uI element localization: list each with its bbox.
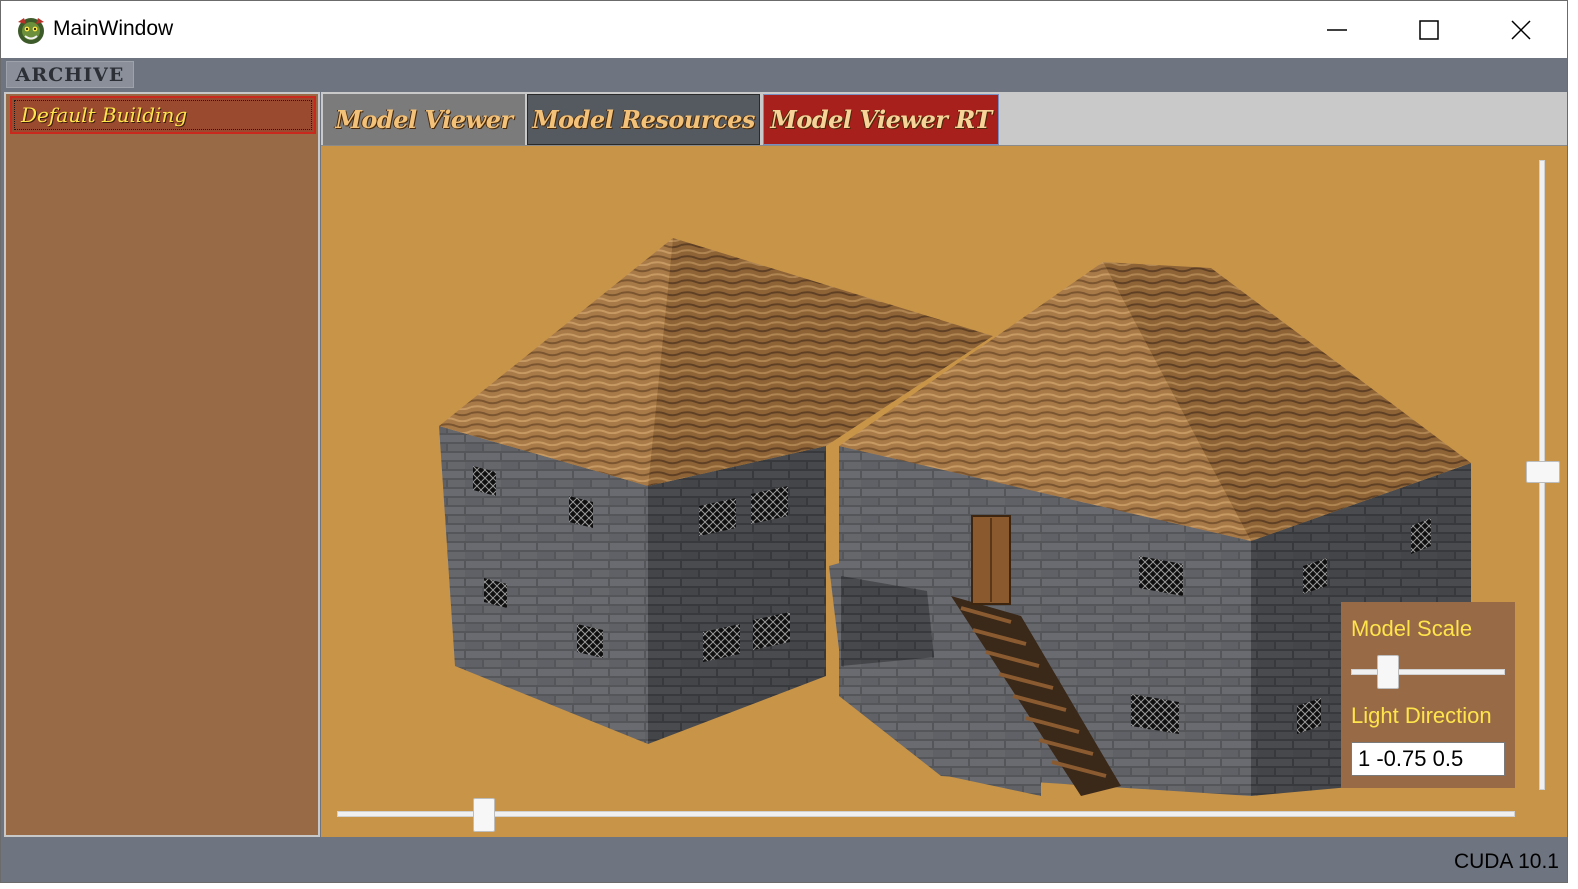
tab-label: Model Resources bbox=[532, 105, 755, 134]
menu-archive-label: ARCHIVE bbox=[15, 63, 125, 86]
minimize-icon bbox=[1327, 28, 1347, 31]
close-button[interactable] bbox=[1475, 1, 1567, 58]
left-building-wall-side bbox=[648, 446, 826, 744]
render-controls-panel: Model Scale Light Direction 1 -0.75 0.5 bbox=[1341, 602, 1515, 788]
status-bar: CUDA 10.1 bbox=[1, 837, 1567, 882]
list-item-label: Default Building bbox=[21, 103, 188, 127]
window-title: MainWindow bbox=[53, 17, 174, 40]
horizontal-slider-thumb[interactable] bbox=[473, 798, 495, 832]
title-bar[interactable]: MainWindow bbox=[1, 1, 1567, 58]
main-window: MainWindow ARCHIVE Default Building Mode… bbox=[0, 0, 1568, 883]
3d-viewport[interactable]: Model Scale Light Direction 1 -0.75 0.5 bbox=[321, 145, 1567, 837]
model-scale-thumb[interactable] bbox=[1377, 655, 1399, 689]
tab-label: Model Viewer RT bbox=[770, 105, 992, 134]
light-direction-input[interactable]: 1 -0.75 0.5 bbox=[1351, 742, 1505, 776]
dragon-app-icon bbox=[18, 18, 44, 44]
model-scale-label: Model Scale bbox=[1351, 616, 1473, 641]
building-list-panel[interactable]: Default Building bbox=[4, 92, 320, 837]
menu-archive[interactable]: ARCHIVE bbox=[6, 61, 134, 88]
maximize-icon bbox=[1419, 19, 1439, 40]
list-item-focus-box: Default Building bbox=[14, 100, 312, 130]
model-scale-slider[interactable] bbox=[1351, 669, 1505, 675]
tab-label: Model Viewer bbox=[335, 105, 513, 134]
light-direction-label: Light Direction bbox=[1351, 703, 1492, 728]
tab-model-viewer-rt[interactable]: Model Viewer RT bbox=[763, 94, 999, 145]
close-icon bbox=[1511, 19, 1531, 40]
tab-bar: Model Viewer Model Resources Model Viewe… bbox=[321, 92, 1567, 145]
content-area: Model Viewer Model Resources Model Viewe… bbox=[321, 92, 1567, 837]
minimize-button[interactable] bbox=[1291, 1, 1383, 58]
horizontal-rotation-slider[interactable] bbox=[337, 811, 1515, 817]
menu-bar: ARCHIVE bbox=[1, 58, 1567, 91]
tab-model-resources[interactable]: Model Resources bbox=[527, 94, 760, 145]
list-item-default-building[interactable]: Default Building bbox=[10, 96, 316, 134]
tab-model-viewer[interactable]: Model Viewer bbox=[323, 94, 525, 145]
vertical-slider-thumb[interactable] bbox=[1526, 461, 1560, 483]
maximize-button[interactable] bbox=[1383, 1, 1475, 58]
status-text: CUDA 10.1 bbox=[1453, 850, 1559, 873]
